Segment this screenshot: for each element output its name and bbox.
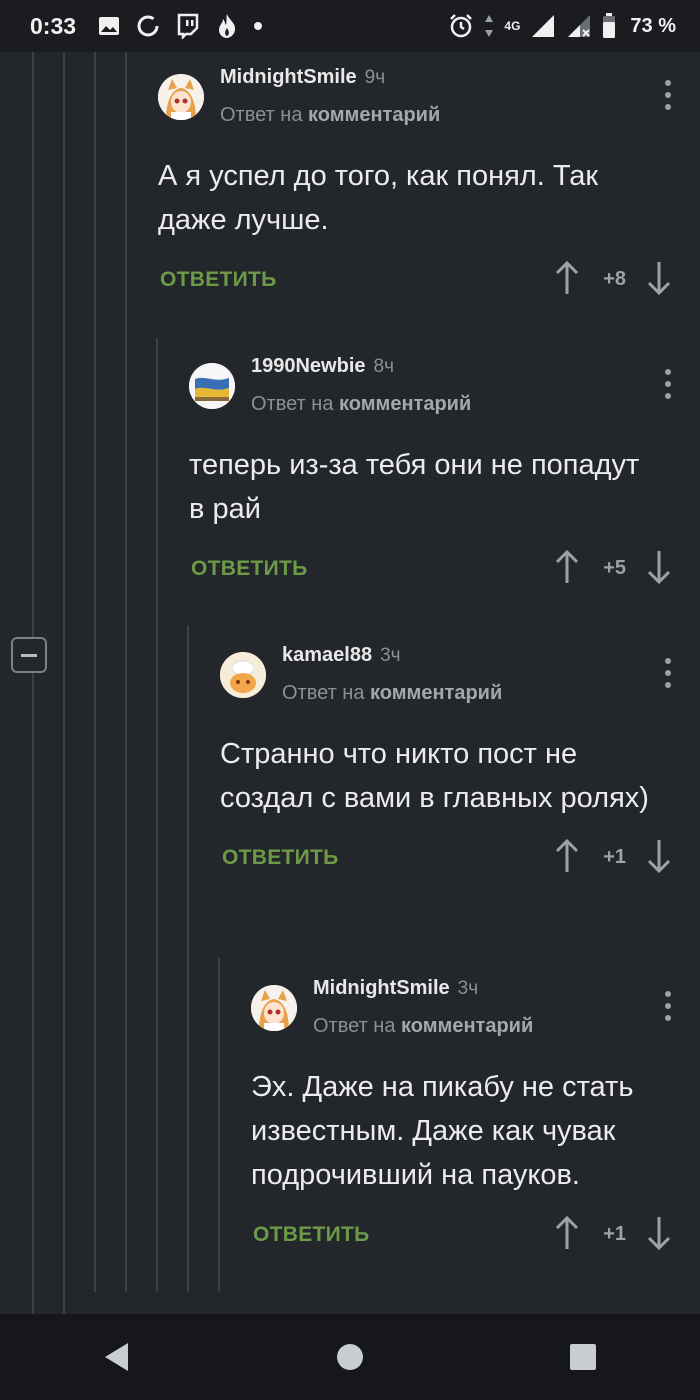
reply-target-link[interactable]: комментарий: [401, 1015, 533, 1037]
comment: MidnightSmile 3ч Ответ на комментарий Эх.…: [251, 977, 700, 1263]
recents-icon: [570, 1344, 597, 1370]
reply-prefix: Ответ на: [251, 393, 334, 415]
username[interactable]: 1990Newbie 8ч: [251, 355, 394, 378]
sync-icon: [136, 14, 160, 38]
more-options-icon[interactable]: [664, 80, 672, 110]
battery-icon: [602, 13, 616, 39]
comment: MidnightSmile 9ч Ответ на комментарий А я…: [158, 66, 700, 308]
comment-actions: ОТВЕТИТЬ +1: [220, 834, 700, 886]
reply-button[interactable]: ОТВЕТИТЬ: [253, 1223, 370, 1247]
comment-time: 9ч: [364, 67, 386, 88]
comment-header: MidnightSmile 9ч Ответ на комментарий: [158, 66, 700, 126]
reply-to-label: Ответ на комментарий: [282, 682, 502, 705]
comment-time: 3ч: [380, 645, 401, 666]
comment-time: 3ч: [457, 978, 479, 999]
reply-target-link[interactable]: комментарий: [339, 393, 471, 415]
upvote-icon[interactable]: [554, 260, 580, 296]
reply-prefix: Ответ на: [220, 104, 303, 126]
comment-header: 1990Newbie 8ч Ответ на комментарий: [189, 355, 700, 415]
username-text[interactable]: 1990Newbie: [251, 355, 366, 377]
reply-to-label: Ответ на комментарий: [220, 104, 440, 127]
username-text[interactable]: MidnightSmile: [313, 977, 450, 999]
avatar[interactable]: [251, 985, 297, 1031]
downvote-icon[interactable]: [646, 260, 672, 296]
thread-line: [94, 52, 96, 1292]
thread-line: [125, 52, 127, 1292]
comment-time: 8ч: [373, 356, 394, 377]
reply-target-link[interactable]: комментарий: [370, 682, 502, 704]
dot-icon: [254, 22, 263, 30]
reply-prefix: Ответ на: [313, 1015, 396, 1037]
downvote-icon[interactable]: [646, 1215, 672, 1251]
downvote-icon[interactable]: [646, 838, 672, 874]
comment-actions: ОТВЕТИТЬ +8: [158, 256, 700, 308]
status-bar: 0:33 4G 73 %: [0, 0, 700, 52]
home-icon: [336, 1344, 363, 1370]
minus-icon: [21, 653, 37, 657]
alarm-icon: [448, 13, 474, 39]
thread-line: [32, 52, 34, 1314]
comment-text: А я успел до того, как понял. Так даже л…: [158, 160, 599, 236]
downvote-icon[interactable]: [646, 549, 672, 585]
comment-text: теперь из-за тебя они не попадут в рай: [189, 449, 640, 525]
comment-score: +8: [603, 268, 626, 290]
upvote-icon[interactable]: [554, 1215, 580, 1251]
more-options-icon[interactable]: [664, 991, 672, 1021]
back-icon: [104, 1343, 128, 1371]
thread-line: [156, 338, 158, 1292]
network-type: 4G: [504, 19, 521, 33]
comment-header: kamael88 3ч Ответ на комментарий: [220, 644, 700, 704]
avatar[interactable]: [158, 74, 204, 120]
fire-icon: [216, 13, 238, 39]
thread-line: [218, 958, 220, 1292]
username[interactable]: MidnightSmile 3ч: [313, 977, 478, 1000]
avatar[interactable]: [220, 652, 266, 698]
reply-target-link[interactable]: комментарий: [308, 104, 440, 126]
comment: kamael88 3ч Ответ на комментарий Странно …: [220, 644, 700, 886]
navigation-bar: [0, 1314, 700, 1400]
signal-icon: [530, 13, 556, 39]
status-right: 4G 73 %: [448, 13, 676, 39]
username[interactable]: kamael88 3ч: [282, 644, 401, 667]
comment-score: +1: [603, 1223, 626, 1245]
comment-actions: ОТВЕТИТЬ +1: [251, 1211, 700, 1263]
comment-score: +5: [603, 557, 626, 579]
reply-button[interactable]: ОТВЕТИТЬ: [222, 846, 339, 870]
avatar[interactable]: [189, 363, 235, 409]
signal-up-down-icon: [484, 13, 494, 39]
signal-icon: [566, 13, 592, 39]
thread-line: [187, 625, 189, 1292]
gallery-icon: [98, 16, 120, 36]
home-button[interactable]: [320, 1327, 380, 1387]
status-time: 0:33: [30, 12, 77, 39]
reply-prefix: Ответ на: [282, 682, 365, 704]
reply-button[interactable]: ОТВЕТИТЬ: [191, 557, 308, 581]
comment-score: +1: [603, 846, 626, 868]
more-options-icon[interactable]: [664, 658, 672, 688]
username-text[interactable]: kamael88: [282, 644, 372, 666]
recents-button[interactable]: [553, 1327, 613, 1387]
thread-line: [63, 52, 65, 1314]
comment-header: MidnightSmile 3ч Ответ на комментарий: [251, 977, 700, 1037]
comment-text: Эх. Даже на пикабу не стать известным. Д…: [251, 1071, 634, 1191]
upvote-icon[interactable]: [554, 838, 580, 874]
reply-button[interactable]: ОТВЕТИТЬ: [160, 268, 277, 292]
collapse-thread-button[interactable]: [11, 637, 47, 673]
comment: 1990Newbie 8ч Ответ на комментарий теперь…: [189, 355, 700, 597]
back-button[interactable]: [87, 1327, 147, 1387]
username-text[interactable]: MidnightSmile: [220, 66, 357, 88]
comment-actions: ОТВЕТИТЬ +5: [189, 545, 700, 597]
twitch-icon: [176, 13, 200, 39]
comment-text: Странно что никто пост не создал с вами …: [220, 738, 649, 814]
battery-percent: 73 %: [630, 14, 676, 37]
reply-to-label: Ответ на комментарий: [313, 1015, 533, 1038]
upvote-icon[interactable]: [554, 549, 580, 585]
more-options-icon[interactable]: [664, 369, 672, 399]
username[interactable]: MidnightSmile 9ч: [220, 66, 385, 89]
reply-to-label: Ответ на комментарий: [251, 393, 471, 416]
